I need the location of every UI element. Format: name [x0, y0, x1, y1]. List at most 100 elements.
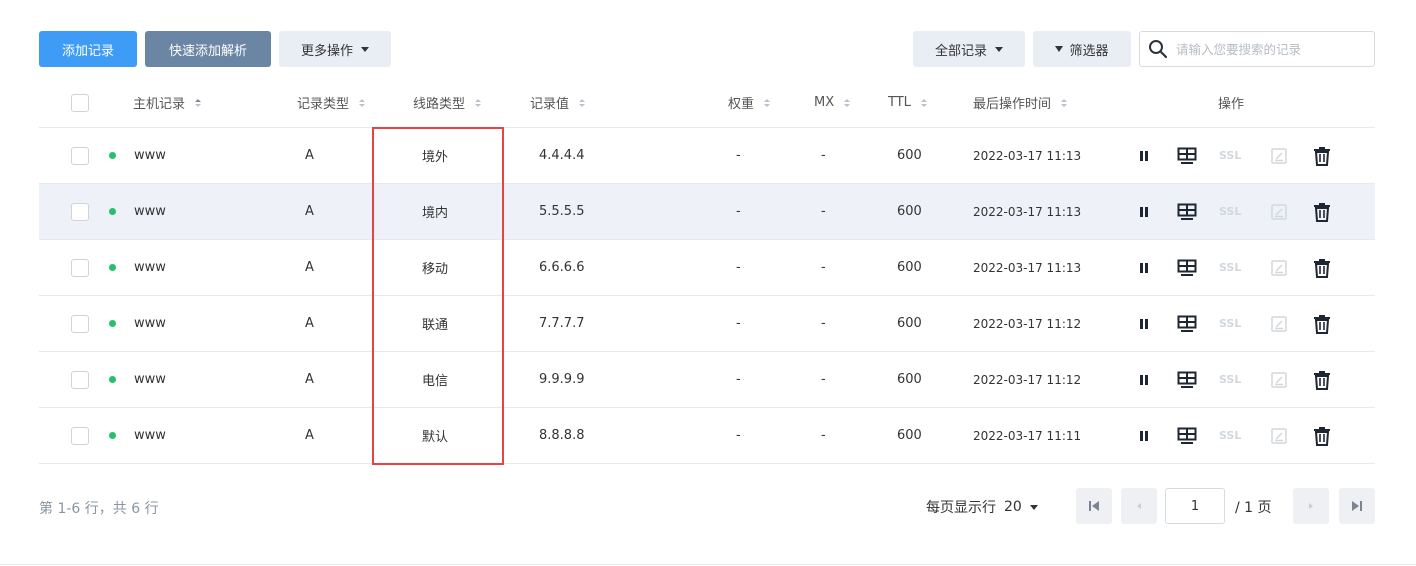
edit-button[interactable] [1268, 128, 1290, 183]
row-checkbox[interactable] [71, 240, 89, 295]
column-header-host[interactable]: 主机记录 [133, 78, 202, 127]
column-header-weight[interactable]: 权重 [728, 78, 771, 127]
ssl-button[interactable]: SSL [1219, 184, 1241, 239]
row-checkbox[interactable] [71, 296, 89, 351]
row-checkbox[interactable] [71, 408, 89, 463]
type-cell: A [305, 428, 314, 443]
ssl-label: SSL [1219, 261, 1242, 274]
row-checkbox[interactable] [71, 128, 89, 183]
edit-button[interactable] [1268, 408, 1290, 463]
time-cell: 2022-03-17 11:11 [973, 428, 1082, 443]
search-box[interactable] [1139, 31, 1375, 67]
pause-icon [1140, 318, 1148, 329]
sort-icon [359, 98, 366, 107]
resolve-icon [1177, 371, 1197, 388]
time-cell: 2022-03-17 11:13 [973, 148, 1082, 163]
table-row: www A 联通 7.7.7.7 - - 600 2022-03-17 11:1… [39, 296, 1375, 352]
search-input[interactable] [1176, 41, 1366, 57]
edit-icon [1271, 147, 1287, 164]
pause-button[interactable] [1133, 128, 1155, 183]
type-cell: A [305, 316, 314, 331]
resolve-button[interactable] [1176, 184, 1198, 239]
next-page-button[interactable] [1293, 488, 1329, 524]
ssl-label: SSL [1219, 317, 1242, 330]
edit-button[interactable] [1268, 352, 1290, 407]
edit-icon [1271, 427, 1287, 444]
column-header-value[interactable]: 记录值 [530, 78, 586, 127]
resolve-button[interactable] [1176, 240, 1198, 295]
more-actions-dropdown[interactable]: 更多操作 [279, 31, 391, 67]
select-all-checkbox[interactable] [71, 78, 89, 127]
pause-icon [1140, 430, 1148, 441]
delete-button[interactable] [1311, 352, 1333, 407]
pause-button[interactable] [1133, 352, 1155, 407]
total-pages: / 1 页 [1235, 500, 1272, 516]
delete-button[interactable] [1311, 408, 1333, 463]
delete-button[interactable] [1311, 128, 1333, 183]
resolve-icon [1177, 203, 1197, 220]
column-header-type[interactable]: 记录类型 [297, 78, 366, 127]
time-cell: 2022-03-17 11:13 [973, 260, 1082, 275]
last-page-button[interactable] [1339, 488, 1375, 524]
row-checkbox[interactable] [71, 352, 89, 407]
edit-button[interactable] [1268, 296, 1290, 351]
page-size-selector[interactable]: 每页显示行 20 [926, 497, 1038, 517]
filter-button[interactable]: 筛选器 [1033, 31, 1131, 67]
status-dot [109, 184, 116, 239]
delete-button[interactable] [1311, 296, 1333, 351]
pause-button[interactable] [1133, 296, 1155, 351]
sort-icon [195, 98, 202, 107]
host-cell: www [134, 148, 166, 163]
ssl-button[interactable]: SSL [1219, 240, 1241, 295]
first-page-icon [1089, 501, 1099, 511]
column-header-mx[interactable]: MX [814, 78, 851, 127]
resolve-button[interactable] [1176, 352, 1198, 407]
table-row: www A 电信 9.9.9.9 - - 600 2022-03-17 11:1… [39, 352, 1375, 408]
page-size-value: 20 [1004, 499, 1022, 515]
next-page-icon [1309, 503, 1313, 509]
all-records-dropdown[interactable]: 全部记录 [913, 31, 1025, 67]
edit-button[interactable] [1268, 240, 1290, 295]
first-page-button[interactable] [1076, 488, 1112, 524]
ssl-button[interactable]: SSL [1219, 296, 1241, 351]
host-cell: www [134, 428, 166, 443]
delete-button[interactable] [1311, 184, 1333, 239]
resolve-button[interactable] [1176, 128, 1198, 183]
highlight-box [372, 127, 504, 465]
trash-icon [1314, 258, 1330, 278]
search-icon [1149, 40, 1168, 59]
quick-add-button[interactable]: 快速添加解析 [145, 31, 271, 67]
host-cell: www [134, 260, 166, 275]
edit-icon [1271, 203, 1287, 220]
ssl-button[interactable]: SSL [1219, 352, 1241, 407]
status-dot [109, 128, 116, 183]
weight-cell: - [736, 428, 741, 443]
edit-button[interactable] [1268, 184, 1290, 239]
page-number-input[interactable] [1165, 488, 1225, 524]
value-cell: 7.7.7.7 [539, 316, 585, 331]
resolve-button[interactable] [1176, 296, 1198, 351]
resolve-button[interactable] [1176, 408, 1198, 463]
pause-icon [1140, 206, 1148, 217]
type-cell: A [305, 260, 314, 275]
column-header-line[interactable]: 线路类型 [413, 78, 482, 127]
ssl-button[interactable]: SSL [1219, 408, 1241, 463]
column-header-ttl[interactable]: TTL [888, 78, 927, 127]
column-label: 记录值 [530, 97, 570, 112]
value-cell: 9.9.9.9 [539, 372, 585, 387]
pause-button[interactable] [1133, 408, 1155, 463]
sort-icon [920, 98, 927, 107]
ssl-button[interactable]: SSL [1219, 128, 1241, 183]
edit-icon [1271, 259, 1287, 276]
prev-page-button[interactable] [1121, 488, 1157, 524]
row-checkbox[interactable] [71, 184, 89, 239]
column-header-last-modified[interactable]: 最后操作时间 [973, 78, 1068, 127]
delete-button[interactable] [1311, 240, 1333, 295]
edit-icon [1271, 315, 1287, 332]
add-record-button[interactable]: 添加记录 [39, 31, 137, 67]
pause-button[interactable] [1133, 184, 1155, 239]
pause-button[interactable] [1133, 240, 1155, 295]
table-row: www A 境外 4.4.4.4 - - 600 2022-03-17 11:1… [39, 128, 1375, 184]
ttl-cell: 600 [897, 316, 922, 331]
trash-icon [1314, 202, 1330, 222]
